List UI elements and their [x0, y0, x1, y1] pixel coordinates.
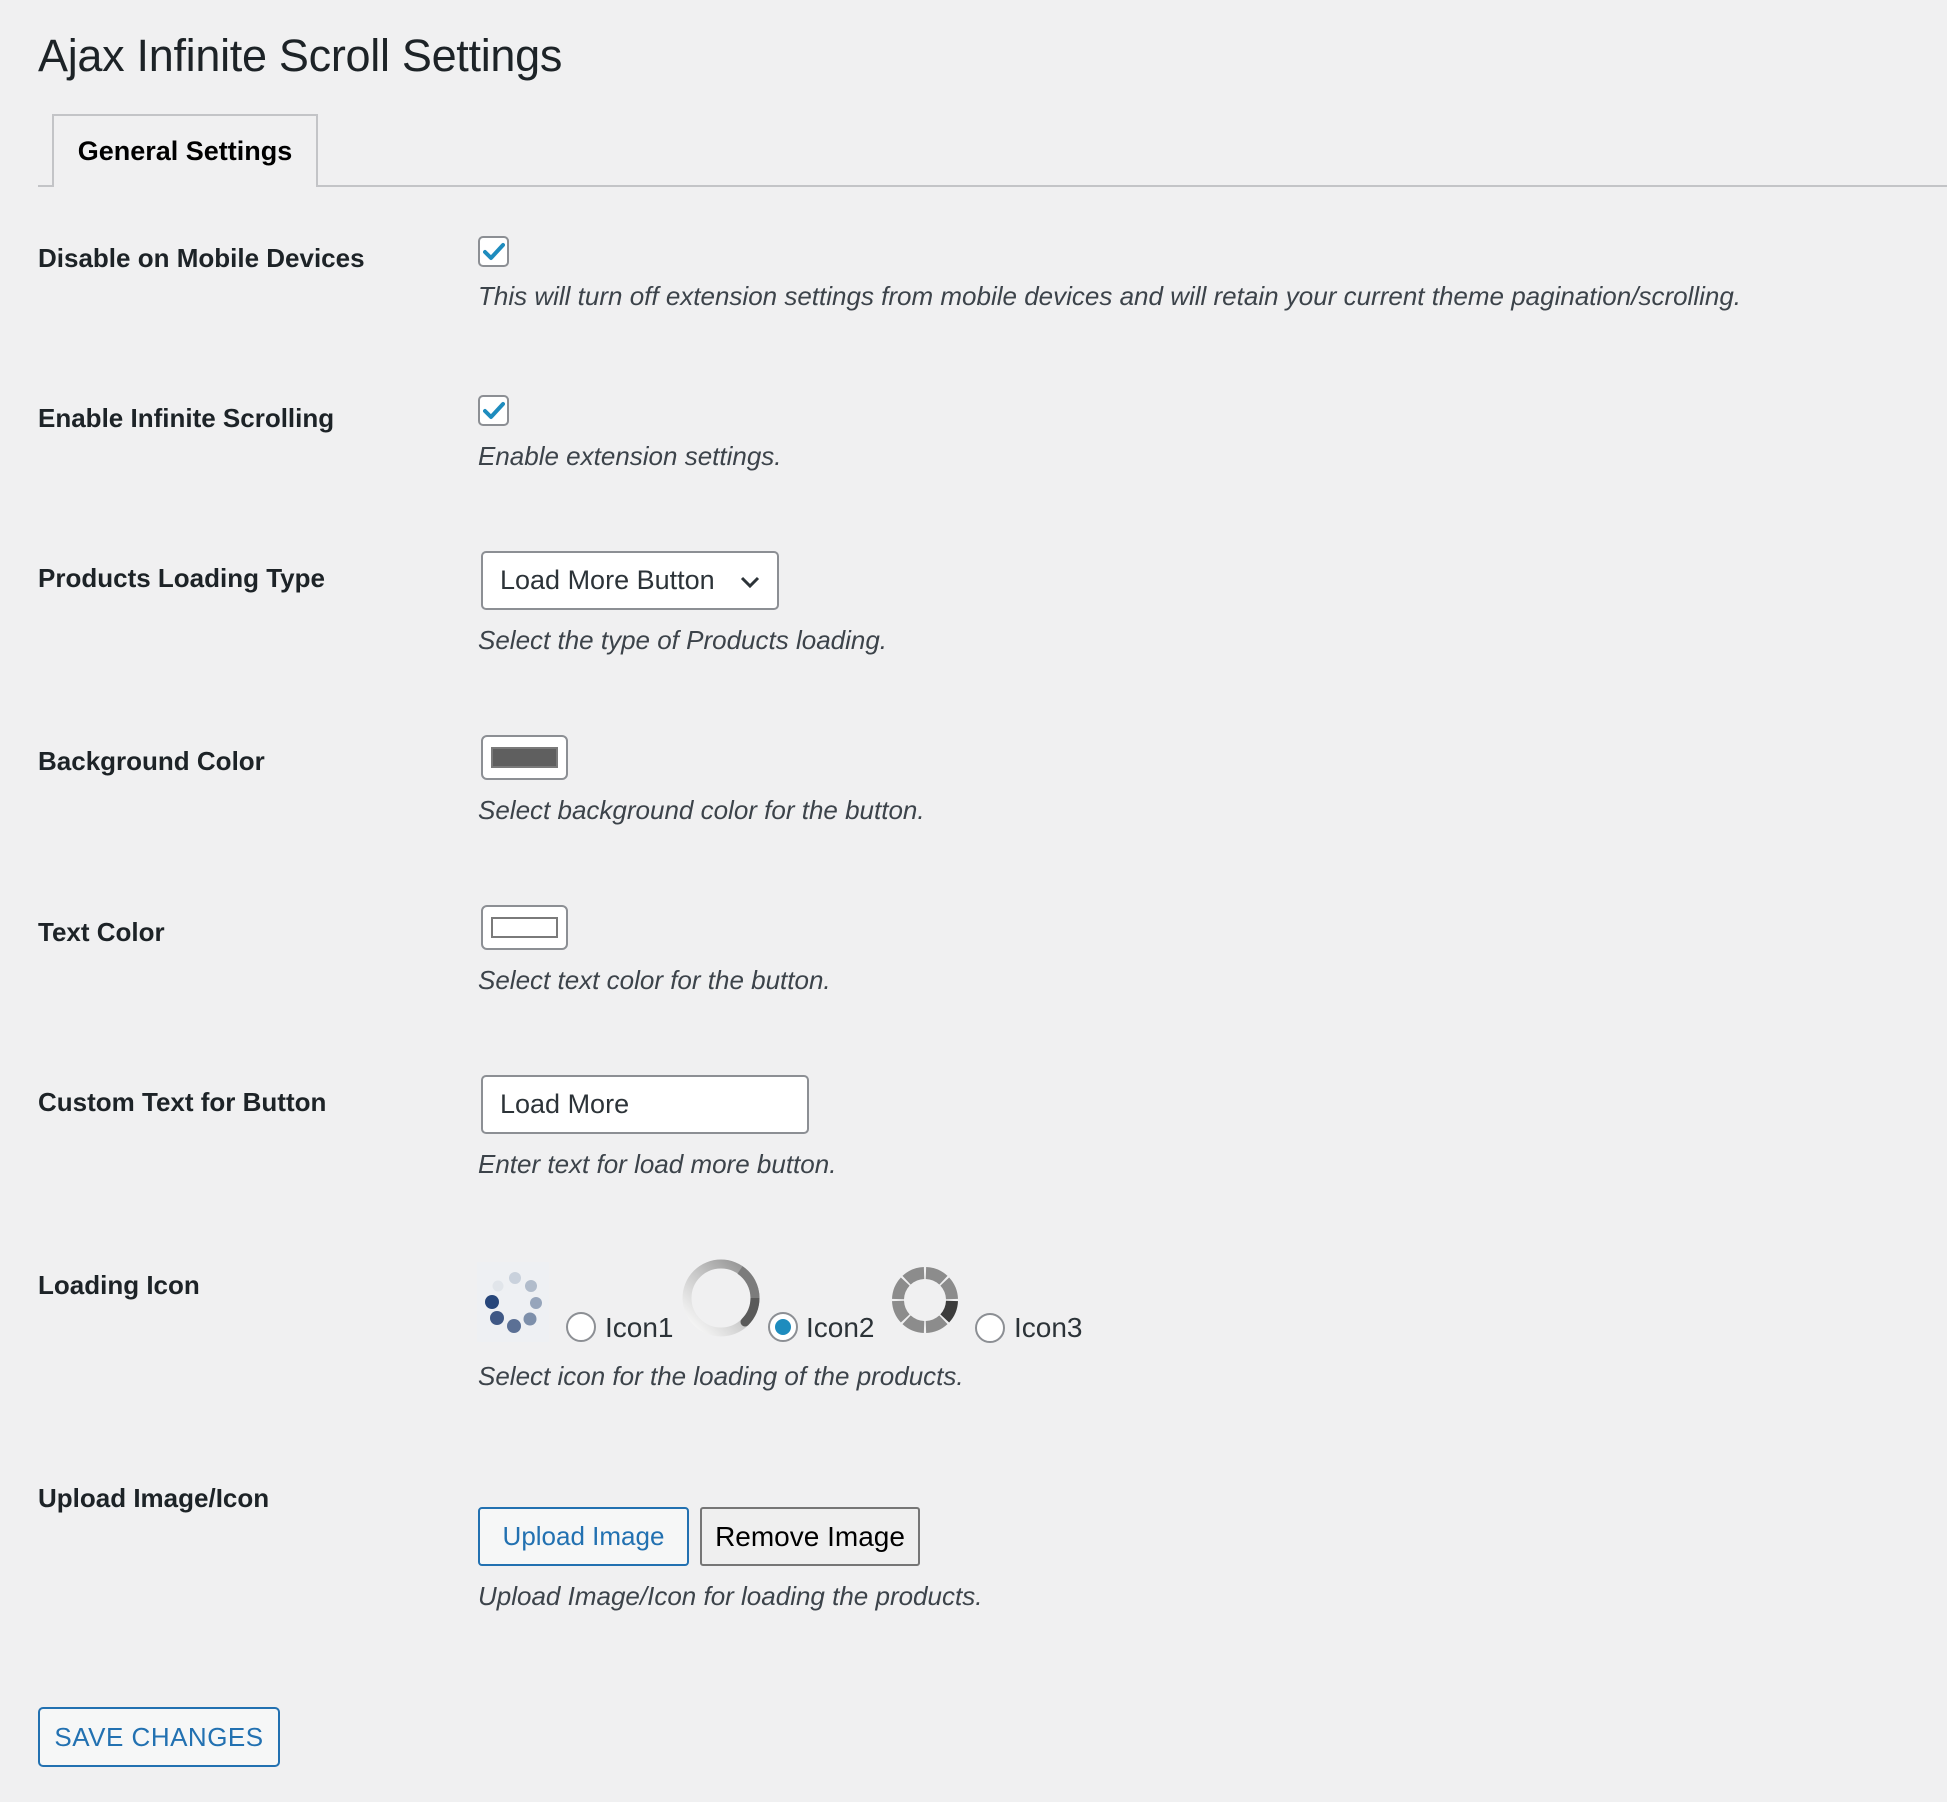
remove-image-button[interactable]: Remove Image	[700, 1507, 920, 1566]
upload-image-label: Upload Image/Icon	[38, 1483, 270, 1513]
chevron-down-icon	[740, 576, 760, 589]
dots-spinner-icon	[477, 1262, 549, 1342]
loading-type-selected-value: Load More Button	[500, 565, 715, 595]
custom-text-value: Load More	[500, 1089, 630, 1119]
tabs-divider	[38, 185, 1947, 187]
loading-type-select[interactable]: Load More Button	[481, 551, 779, 610]
ring-segment	[925, 1267, 948, 1285]
background-color-description: Select background color for the button.	[478, 795, 925, 825]
background-color-picker[interactable]	[481, 735, 568, 780]
icon1-radio[interactable]	[566, 1312, 596, 1342]
custom-text-description: Enter text for load more button.	[478, 1149, 837, 1179]
ring-segment	[892, 1300, 910, 1323]
custom-text-label: Custom Text for Button	[38, 1087, 327, 1117]
tab-general-settings[interactable]: General Settings	[52, 114, 318, 186]
loading-icon-description: Select icon for the loading of the produ…	[478, 1361, 964, 1391]
ring-segment	[902, 1267, 925, 1285]
ring-segment	[940, 1300, 958, 1323]
save-changes-button[interactable]: SAVE CHANGES	[38, 1707, 280, 1767]
disable-mobile-checkbox[interactable]	[478, 236, 509, 267]
custom-text-input[interactable]: Load More	[481, 1075, 809, 1134]
ring-segment	[902, 1315, 925, 1333]
ring-segment	[925, 1315, 948, 1333]
ring-segment	[940, 1277, 958, 1300]
background-color-label: Background Color	[38, 746, 265, 776]
segmented-ring-spinner-icon	[891, 1266, 959, 1334]
disable-mobile-label: Disable on Mobile Devices	[38, 243, 365, 273]
text-color-description: Select text color for the button.	[478, 965, 831, 995]
icon3-label: Icon3	[1014, 1312, 1083, 1343]
text-color-label: Text Color	[38, 917, 165, 947]
loading-type-description: Select the type of Products loading.	[478, 625, 888, 655]
upload-image-description: Upload Image/Icon for loading the produc…	[478, 1581, 983, 1611]
ring-spinner-icon	[680, 1257, 762, 1339]
checkmark-icon	[482, 401, 505, 419]
page-title: Ajax Infinite Scroll Settings	[38, 30, 563, 81]
icon1-label: Icon1	[605, 1312, 674, 1343]
ring-segment	[892, 1277, 910, 1300]
background-color-swatch	[491, 747, 558, 768]
loading-icon-label: Loading Icon	[38, 1270, 200, 1300]
text-color-swatch	[491, 917, 558, 938]
icon2-label: Icon2	[806, 1312, 875, 1343]
enable-infinite-description: Enable extension settings.	[478, 441, 782, 471]
icon3-radio[interactable]	[975, 1313, 1005, 1343]
checkmark-icon	[482, 242, 505, 260]
enable-infinite-checkbox[interactable]	[478, 395, 509, 426]
text-color-picker[interactable]	[481, 905, 568, 950]
disable-mobile-description: This will turn off extension settings fr…	[478, 281, 1742, 311]
active-tab-gap	[54, 184, 316, 188]
upload-image-button[interactable]: Upload Image	[478, 1507, 689, 1566]
enable-infinite-label: Enable Infinite Scrolling	[38, 403, 335, 433]
loading-type-label: Products Loading Type	[38, 563, 325, 593]
icon2-radio[interactable]	[768, 1312, 798, 1342]
